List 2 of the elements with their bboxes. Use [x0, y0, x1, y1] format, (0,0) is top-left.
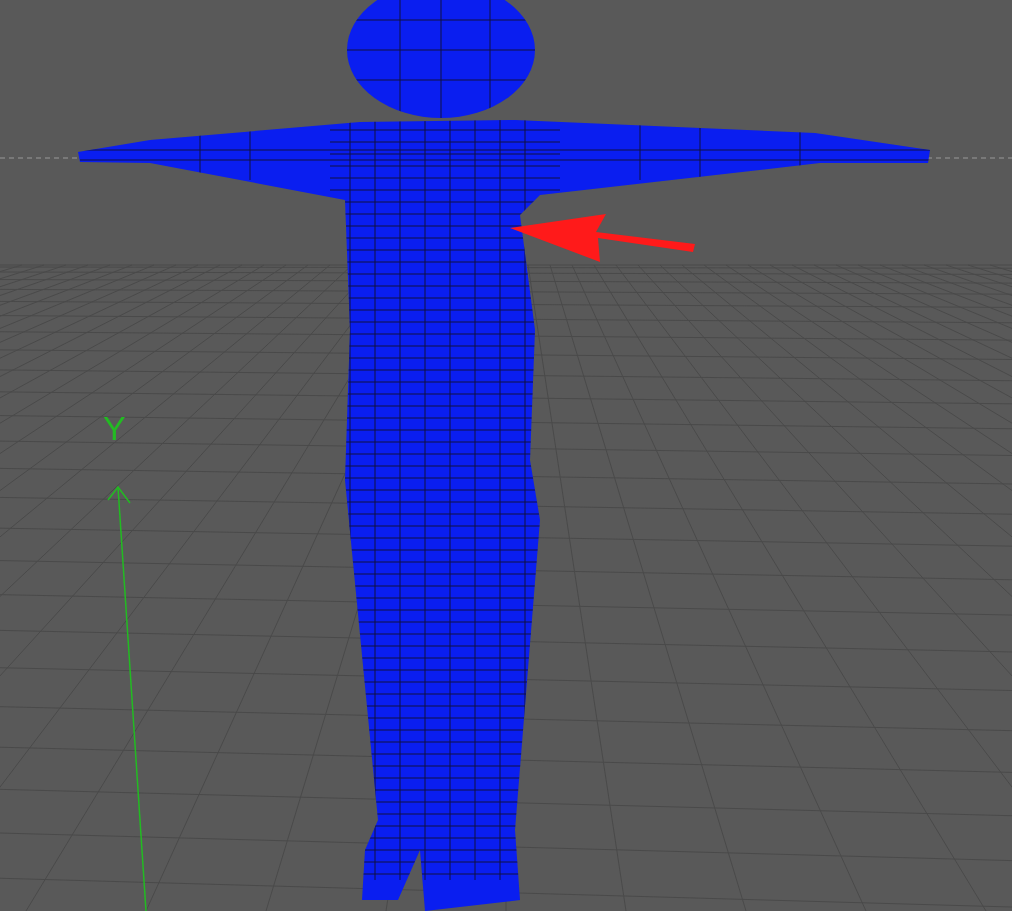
3d-viewport[interactable]: Y [0, 0, 1012, 911]
axis-label: Y [103, 409, 126, 447]
